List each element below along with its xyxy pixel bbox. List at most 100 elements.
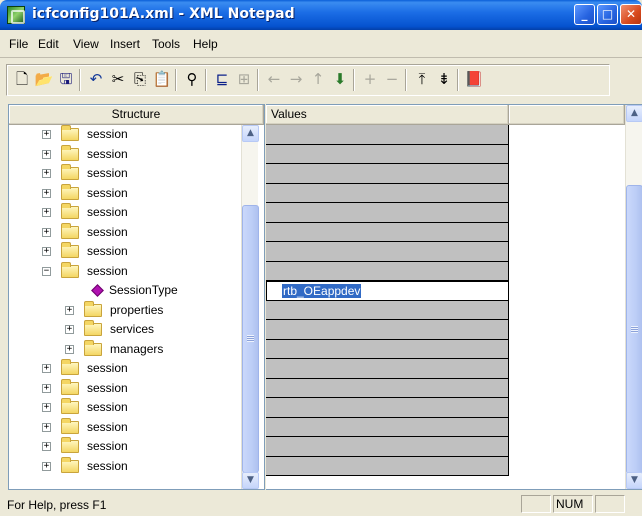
find-binoculars-icon[interactable]: ⚲ [182, 69, 202, 89]
insert-child-icon[interactable]: ⊑ [212, 69, 232, 89]
tree-row[interactable]: + session [9, 183, 241, 204]
tree-row[interactable]: + session [9, 359, 241, 379]
tree-row[interactable]: + session [9, 417, 241, 438]
paste-icon[interactable]: 📋 [152, 69, 172, 89]
scroll-up-arrow-icon[interactable]: ▲ [626, 105, 642, 122]
expand-toggle-icon[interactable]: + [65, 325, 74, 334]
menu-edit[interactable]: Edit [38, 37, 59, 51]
value-cell[interactable] [266, 339, 509, 359]
tree-row[interactable]: + properties [9, 300, 241, 321]
folder-icon [61, 456, 79, 473]
tree-row[interactable]: + managers [9, 339, 241, 360]
expand-toggle-icon[interactable]: + [42, 383, 51, 393]
values-list[interactable]: rtb_OEappdev [266, 125, 509, 476]
expand-toggle-icon[interactable]: + [42, 169, 51, 178]
values-pane[interactable]: Values rtb_OEappdev ▲ ▼ [266, 104, 642, 490]
menu-help[interactable]: Help [193, 37, 218, 51]
value-cell[interactable] [266, 417, 509, 437]
tree-row[interactable]: − session [9, 261, 241, 282]
expand-toggle-icon[interactable]: + [42, 364, 51, 373]
value-cell[interactable] [266, 144, 509, 164]
expand-toggle-icon[interactable]: + [42, 149, 51, 159]
collapse-to-bottom-icon[interactable]: ⇟ [434, 69, 454, 89]
tree-row[interactable]: + session [9, 378, 241, 399]
value-cell[interactable] [266, 261, 509, 281]
values-scrollbar[interactable]: ▲ ▼ [625, 105, 642, 489]
tree-row[interactable]: + services [9, 320, 241, 340]
expand-toggle-icon[interactable]: + [65, 305, 74, 315]
value-cell[interactable] [266, 320, 509, 340]
value-cell[interactable] [266, 242, 509, 262]
save-disk-icon[interactable]: 🖫 [56, 69, 76, 89]
value-cell[interactable] [266, 164, 509, 184]
tree-row[interactable]: + session [9, 125, 241, 145]
new-document-icon[interactable]: 🗋 [12, 69, 32, 89]
menu-insert[interactable]: Insert [110, 37, 140, 51]
expand-toggle-icon[interactable]: + [65, 344, 74, 354]
scroll-down-arrow-icon[interactable]: ▼ [242, 472, 259, 489]
values-column-header[interactable]: Values [266, 105, 509, 125]
tree-row[interactable]: SessionType [9, 281, 241, 301]
collapse-to-top-icon[interactable]: ⤒ [412, 69, 432, 89]
copy-icon[interactable]: ⎘ [130, 69, 150, 89]
collapse-toggle-icon[interactable]: − [42, 266, 51, 276]
tree-row[interactable]: + session [9, 437, 241, 457]
structure-pane[interactable]: Structure + session + session + session + sessi… [8, 104, 265, 490]
xml-book-icon[interactable]: 📕 [464, 69, 484, 89]
tree-row[interactable]: + session [9, 203, 241, 223]
minimize-button[interactable]: _ [574, 4, 595, 25]
tree-row[interactable]: + session [9, 456, 241, 477]
value-cell[interactable] [266, 125, 509, 145]
scroll-thumb[interactable] [242, 205, 259, 473]
scroll-up-arrow-icon[interactable]: ▲ [242, 125, 259, 142]
title-bar[interactable]: icfconfig101A.xml - XML Notepad _ □ ✕ [0, 0, 642, 30]
value-cell[interactable] [266, 183, 509, 203]
xml-notepad-app-icon[interactable] [7, 6, 25, 24]
insert-sibling-icon[interactable]: ⊞ [234, 69, 254, 89]
expand-toggle-icon[interactable]: + [42, 130, 51, 139]
tree-row[interactable]: + session [9, 398, 241, 418]
value-cell[interactable] [266, 203, 509, 223]
selected-value-text[interactable]: rtb_OEappdev [282, 284, 362, 298]
menu-tools[interactable]: Tools [152, 37, 180, 51]
value-cell[interactable] [266, 359, 509, 379]
close-button[interactable]: ✕ [620, 4, 642, 25]
structure-tree[interactable]: + session + session + session + session + session… [9, 125, 241, 491]
expand-toggle-icon[interactable]: + [42, 422, 51, 432]
expand-toggle-icon[interactable]: + [42, 208, 51, 217]
nudge-up-icon[interactable]: ↑ [308, 69, 328, 89]
expand-all-icon[interactable]: + [360, 69, 380, 89]
scroll-thumb[interactable] [626, 185, 642, 474]
value-edit-field[interactable]: rtb_OEappdev [266, 281, 509, 301]
menu-file[interactable]: File [9, 37, 28, 51]
expand-toggle-icon[interactable]: + [42, 442, 51, 451]
tree-row[interactable]: + session [9, 144, 241, 165]
value-cell[interactable] [266, 456, 509, 476]
value-cell[interactable] [266, 398, 509, 418]
nudge-down-icon[interactable]: ⬇ [330, 69, 350, 89]
open-folder-icon[interactable]: 📂 [34, 69, 54, 89]
undo-icon[interactable]: ↶ [86, 69, 106, 89]
expand-toggle-icon[interactable]: + [42, 403, 51, 412]
expand-toggle-icon[interactable]: + [42, 227, 51, 237]
tree-row[interactable]: + session [9, 164, 241, 184]
scroll-down-arrow-icon[interactable]: ▼ [626, 472, 642, 489]
maximize-button[interactable]: □ [597, 4, 618, 25]
expand-toggle-icon[interactable]: + [42, 188, 51, 198]
structure-scrollbar[interactable]: ▲ ▼ [241, 125, 259, 489]
tree-row[interactable]: + session [9, 242, 241, 262]
value-cell[interactable] [266, 437, 509, 457]
expand-toggle-icon[interactable]: + [42, 247, 51, 256]
cut-icon[interactable]: ✂ [108, 69, 128, 89]
collapse-all-icon[interactable]: − [382, 69, 402, 89]
value-cell[interactable] [266, 222, 509, 242]
tree-node-label: session [87, 127, 128, 141]
nudge-right-icon[interactable]: → [286, 69, 306, 89]
expand-toggle-icon[interactable]: + [42, 461, 51, 471]
nudge-left-icon[interactable]: ← [264, 69, 284, 89]
value-cell[interactable] [266, 300, 509, 320]
structure-column-header[interactable]: Structure [9, 105, 264, 125]
value-cell[interactable] [266, 378, 509, 398]
tree-row[interactable]: + session [9, 222, 241, 243]
menu-view[interactable]: View [73, 37, 99, 51]
